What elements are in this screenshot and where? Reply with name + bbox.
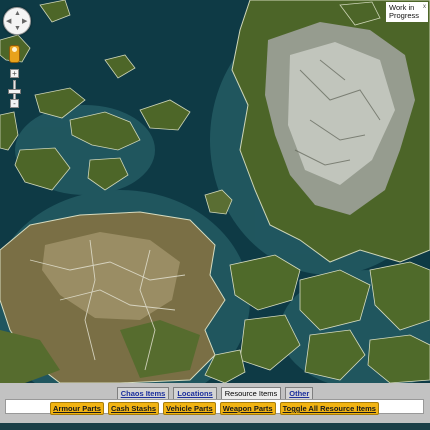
pan-control[interactable]: ▲ ▼ ◀ ▶ xyxy=(3,7,31,35)
vehicle-parts-button[interactable]: Vehicle Parts xyxy=(163,402,216,415)
pan-up-icon[interactable]: ▲ xyxy=(14,10,21,17)
zoom-in-button[interactable]: + xyxy=(10,69,19,78)
pan-right-icon[interactable]: ▶ xyxy=(22,18,27,25)
world-map[interactable] xyxy=(0,0,430,430)
street-view-pegman-icon[interactable] xyxy=(9,45,20,63)
zoom-out-button[interactable]: - xyxy=(10,99,19,108)
work-in-progress-notice: Work in Progress x xyxy=(386,2,428,22)
weapon-parts-button[interactable]: Weapon Parts xyxy=(219,402,276,415)
close-icon[interactable]: x xyxy=(423,3,426,11)
cash-stashs-button[interactable]: Cash Stashs xyxy=(107,402,160,415)
item-control-panel: Chaos Items Locations Resource Items Oth… xyxy=(0,383,430,423)
resource-button-bar: Armour Parts Cash Stashs Vehicle Parts W… xyxy=(5,399,424,415)
zoom-slider-thumb[interactable] xyxy=(8,89,21,94)
toggle-all-resource-items-button[interactable]: Toggle All Resource Items xyxy=(279,402,379,415)
southwest-island xyxy=(0,211,226,384)
pan-left-icon[interactable]: ◀ xyxy=(6,18,11,25)
notice-text: Work in Progress xyxy=(389,3,420,20)
pan-down-icon[interactable]: ▼ xyxy=(14,25,21,32)
armour-parts-button[interactable]: Armour Parts xyxy=(50,402,104,415)
